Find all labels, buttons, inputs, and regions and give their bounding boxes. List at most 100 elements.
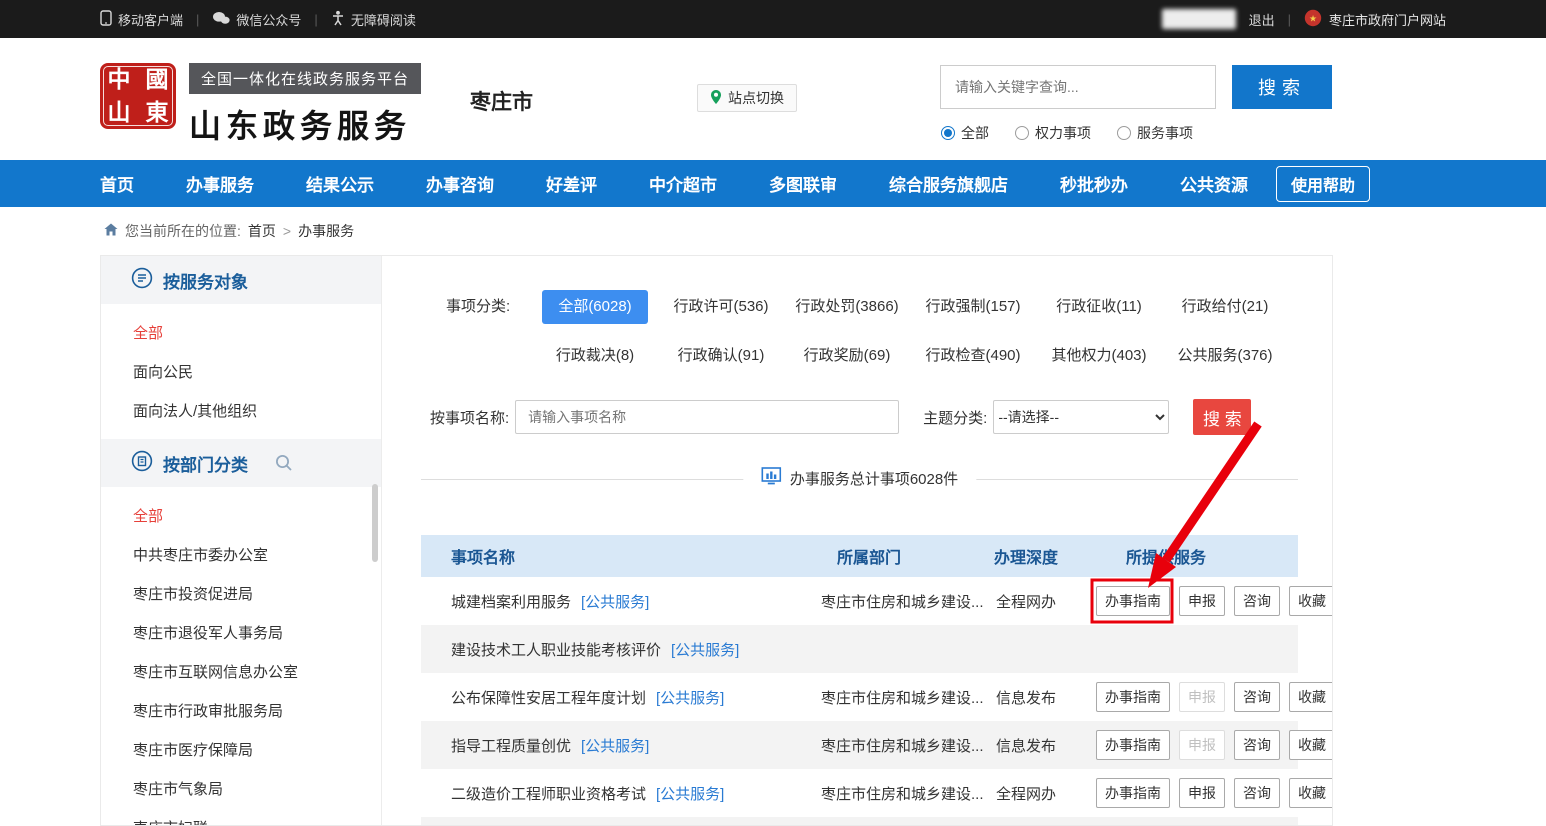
- sidebar-item[interactable]: 枣庄市行政审批服务局: [101, 692, 381, 731]
- public-service-tag-link[interactable]: [公共服务]: [671, 639, 739, 660]
- item-name-input[interactable]: [515, 400, 899, 434]
- keyword-search-button[interactable]: 搜索: [1232, 65, 1332, 109]
- breadcrumb-home-link[interactable]: 首页: [248, 221, 276, 241]
- table-row: 二级造价工程师职业资格考试[公共服务]枣庄市住房和城乡建设...全程网办办事指南…: [421, 769, 1298, 817]
- scope-radio[interactable]: 服务事项: [1117, 123, 1193, 143]
- filter-item[interactable]: 行政检查(490): [925, 339, 1020, 373]
- topbar: 移动客户端|微信公众号|无障碍阅读 退出 | ★ 枣庄市政府门户网站: [0, 0, 1546, 38]
- public-service-tag-link[interactable]: [公共服务]: [656, 687, 724, 708]
- sidebar-item[interactable]: 枣庄市妇联: [101, 809, 381, 826]
- item-actions: 办事指南申报咨询收藏: [1081, 778, 1333, 808]
- item-department: 枣庄市住房和城乡建设...: [821, 687, 971, 708]
- nav-item[interactable]: 综合服务旗舰店: [889, 171, 1008, 196]
- help-button[interactable]: 使用帮助: [1276, 166, 1370, 202]
- filter-item[interactable]: 公共服务(376): [1177, 339, 1272, 373]
- favorite-button[interactable]: 收藏: [1289, 586, 1333, 616]
- wechat-icon: [212, 11, 230, 28]
- sidebar-item[interactable]: 枣庄市互联网信息办公室: [101, 653, 381, 692]
- guide-button[interactable]: 办事指南: [1096, 730, 1170, 760]
- nav-item[interactable]: 秒批秒办: [1060, 171, 1128, 196]
- consult-button[interactable]: 咨询: [1234, 586, 1280, 616]
- topbar-links: 移动客户端|微信公众号|无障碍阅读: [100, 10, 416, 29]
- consult-button[interactable]: 咨询: [1234, 778, 1280, 808]
- topbar-link[interactable]: 微信公众号: [212, 10, 301, 29]
- filter-grid: 全部(6028) 行政许可(536) 行政处罚(3866) 行政强制(157) 行政征收…: [532, 290, 1288, 373]
- public-service-tag-link[interactable]: [公共服务]: [581, 591, 649, 612]
- favorite-button[interactable]: 收藏: [1289, 778, 1333, 808]
- filter-item[interactable]: 行政强制(157): [925, 290, 1020, 324]
- nav-item[interactable]: 结果公示: [306, 171, 374, 196]
- logout-link[interactable]: 退出: [1249, 10, 1275, 29]
- item-search-button[interactable]: 搜 索: [1193, 399, 1251, 435]
- sidebar-item[interactable]: 中共枣庄市委办公室: [101, 536, 381, 575]
- username-redacted: [1162, 9, 1236, 29]
- keyword-search-input[interactable]: [940, 65, 1216, 109]
- filter-item[interactable]: 行政奖励(69): [804, 339, 891, 373]
- nav-item[interactable]: 好差评: [546, 171, 597, 196]
- item-actions: 办事指南申报咨询收藏: [1081, 682, 1333, 712]
- scope-radio[interactable]: 权力事项: [1015, 123, 1091, 143]
- sidebar-section-header: 按服务对象: [101, 256, 381, 304]
- radio-icon: [1015, 126, 1029, 140]
- header-depth: 办理深度: [971, 544, 1081, 568]
- consult-button[interactable]: 咨询: [1234, 730, 1280, 760]
- topic-select[interactable]: --请选择--: [993, 400, 1169, 434]
- table-header-row: 事项名称 所属部门 办理深度 所提供服务: [421, 535, 1298, 577]
- site-switch-button[interactable]: 站点切换: [697, 84, 797, 112]
- seal-char: 東: [146, 101, 169, 124]
- table-row: 公布保障性安居工程年度计划[公共服务]枣庄市住房和城乡建设...信息发布办事指南…: [421, 673, 1298, 721]
- stats-label: 办事服务总计事项6028件: [743, 467, 976, 489]
- filter-item[interactable]: 行政确认(91): [678, 339, 765, 373]
- site-switch-label: 站点切换: [728, 88, 784, 108]
- filter-item[interactable]: 行政征收(11): [1056, 290, 1142, 324]
- consult-button[interactable]: 咨询: [1234, 682, 1280, 712]
- item-name: 二级造价工程师职业资格考试: [451, 783, 646, 804]
- filter-item[interactable]: 其他权力(403): [1051, 339, 1146, 373]
- item-depth: 信息发布: [971, 735, 1081, 756]
- sidebar-item[interactable]: 面向法人/其他组织: [101, 392, 381, 431]
- public-service-tag-link[interactable]: [公共服务]: [581, 735, 649, 756]
- nav-item[interactable]: 中介超市: [649, 171, 717, 196]
- sidebar-item[interactable]: 枣庄市退役军人事务局: [101, 614, 381, 653]
- nav-item[interactable]: 多图联审: [769, 171, 837, 196]
- item-search-form: 按事项名称: 主题分类: --请选择-- 搜 索: [430, 399, 1332, 435]
- search-icon[interactable]: [274, 453, 294, 473]
- sidebar-item[interactable]: 枣庄市气象局: [101, 770, 381, 809]
- header-item-name: 事项名称: [421, 544, 821, 568]
- topbar-link-label: 移动客户端: [118, 10, 183, 29]
- topbar-link[interactable]: 无障碍阅读: [331, 10, 416, 29]
- guide-button[interactable]: 办事指南: [1096, 682, 1170, 712]
- breadcrumb-prefix: 您当前所在的位置:: [125, 221, 241, 241]
- topbar-link[interactable]: 移动客户端: [100, 10, 183, 29]
- sidebar-item[interactable]: 枣庄市投资促进局: [101, 575, 381, 614]
- nav-item[interactable]: 办事咨询: [426, 171, 494, 196]
- nav-item[interactable]: 首页: [100, 171, 134, 196]
- nav-item[interactable]: 办事服务: [186, 171, 254, 196]
- apply-button: 申报: [1179, 682, 1225, 712]
- item-name-cell: 公布保障性安居工程年度计划[公共服务]: [421, 687, 821, 708]
- sidebar-scrollbar[interactable]: [372, 484, 378, 562]
- mobile-icon: [100, 10, 112, 29]
- nav-item[interactable]: 公共资源: [1180, 171, 1248, 196]
- filter-item[interactable]: 全部(6028): [542, 290, 647, 324]
- sidebar-item[interactable]: 全部: [101, 497, 381, 536]
- topbar-link-label: 无障碍阅读: [351, 10, 416, 29]
- guide-button[interactable]: 办事指南: [1096, 778, 1170, 808]
- apply-button[interactable]: 申报: [1179, 586, 1225, 616]
- filter-item[interactable]: 行政处罚(3866): [795, 290, 898, 324]
- sidebar-item[interactable]: 枣庄市医疗保障局: [101, 731, 381, 770]
- classify-label: 事项分类:: [446, 290, 532, 324]
- public-service-tag-link[interactable]: [公共服务]: [656, 783, 724, 804]
- portal-link[interactable]: ★ 枣庄市政府门户网站: [1304, 9, 1446, 30]
- filter-item[interactable]: 行政给付(21): [1182, 290, 1269, 324]
- sidebar-item[interactable]: 面向公民: [101, 353, 381, 392]
- filter-item[interactable]: 行政裁决(8): [556, 339, 634, 373]
- guide-button[interactable]: 办事指南: [1096, 586, 1170, 616]
- favorite-button[interactable]: 收藏: [1289, 730, 1333, 760]
- scope-radio[interactable]: 全部: [941, 123, 989, 143]
- favorite-button[interactable]: 收藏: [1289, 682, 1333, 712]
- breadcrumb-current[interactable]: 办事服务: [298, 221, 354, 241]
- apply-button[interactable]: 申报: [1179, 778, 1225, 808]
- sidebar-item[interactable]: 全部: [101, 314, 381, 353]
- filter-item[interactable]: 行政许可(536): [673, 290, 768, 324]
